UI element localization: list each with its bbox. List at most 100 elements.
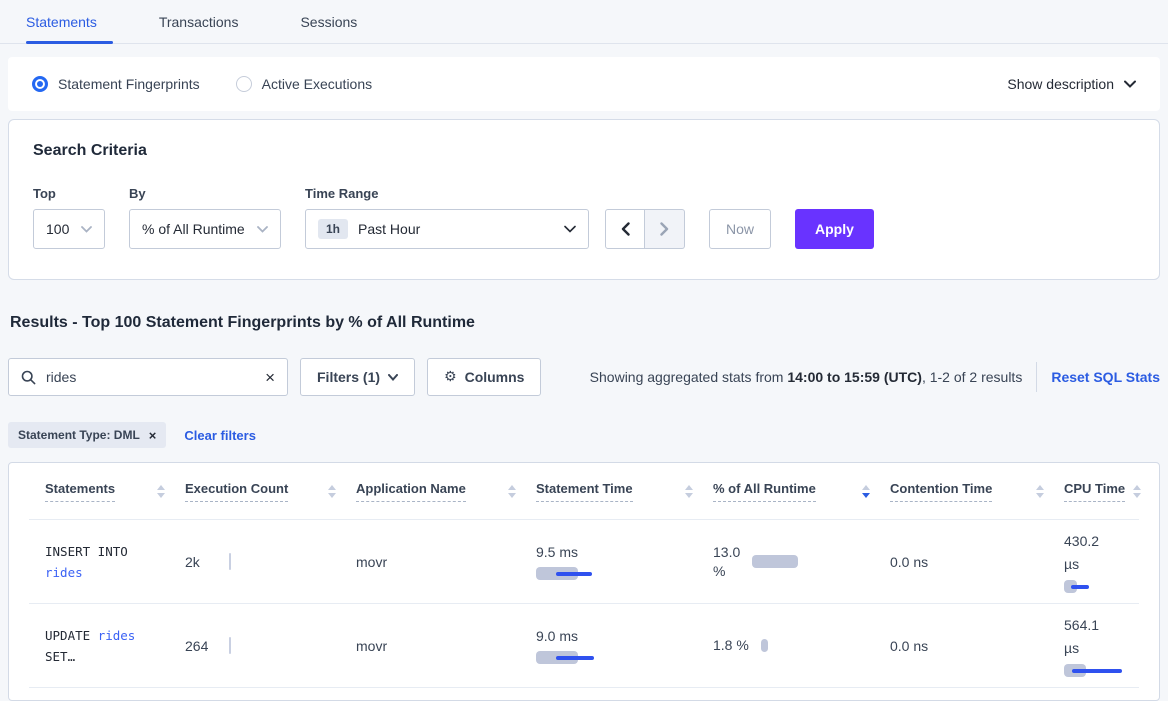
filters-button-label: Filters (1) bbox=[317, 369, 380, 385]
radio-unselected-icon bbox=[236, 76, 252, 92]
radio-active-executions[interactable]: Active Executions bbox=[236, 76, 373, 92]
by-select[interactable]: % of All Runtime bbox=[129, 209, 281, 249]
statement-cell: INSERT INTOrides bbox=[29, 541, 185, 583]
column-header-pct-runtime[interactable]: % of All Runtime bbox=[713, 481, 890, 502]
stats-area: Showing aggregated stats from 14:00 to 1… bbox=[590, 362, 1160, 392]
statement-cell: UPDATE ridesSET… bbox=[29, 625, 185, 667]
column-header-statements[interactable]: Statements bbox=[29, 481, 185, 502]
sort-icon[interactable] bbox=[685, 485, 693, 498]
time-range-group: Time Range 1h Past Hour bbox=[305, 186, 589, 249]
time-range-select[interactable]: 1h Past Hour bbox=[305, 209, 589, 249]
row-divider bbox=[29, 687, 1139, 688]
clear-search-icon[interactable]: × bbox=[265, 369, 275, 386]
remove-filter-icon[interactable]: × bbox=[149, 429, 157, 442]
aggregated-stats-text: Showing aggregated stats from 14:00 to 1… bbox=[590, 369, 1023, 385]
tab-statements[interactable]: Statements bbox=[26, 0, 97, 43]
gear-icon: ⚙ bbox=[444, 369, 457, 385]
runtime-pct-cell: 13.0% bbox=[713, 543, 890, 581]
reset-sql-stats-link[interactable]: Reset SQL Stats bbox=[1051, 369, 1160, 385]
time-range-badge: 1h bbox=[318, 219, 348, 239]
radio-label: Statement Fingerprints bbox=[58, 76, 200, 92]
top-select-value: 100 bbox=[46, 221, 69, 237]
cpu-time-bar bbox=[1064, 664, 1122, 677]
now-button[interactable]: Now bbox=[709, 209, 771, 249]
statement-time-cell: 9.0 ms bbox=[536, 628, 713, 664]
statement-fingerprint-link[interactable]: rides bbox=[45, 565, 83, 580]
top-select[interactable]: 100 bbox=[33, 209, 105, 249]
tab-sessions[interactable]: Sessions bbox=[300, 0, 357, 43]
cpu-time-cell: 430.2 µs bbox=[1064, 530, 1139, 593]
active-filters-row: Statement Type: DML × Clear filters bbox=[8, 422, 1160, 448]
column-header-contention-time[interactable]: Contention Time bbox=[890, 481, 1064, 502]
table-header-row: Statements Execution Count Application N… bbox=[9, 463, 1159, 519]
execution-count-cell: 264 bbox=[185, 637, 356, 654]
next-time-button[interactable] bbox=[645, 209, 685, 249]
execution-count-cell: 2k bbox=[185, 553, 356, 570]
column-header-statement-time[interactable]: Statement Time bbox=[536, 481, 713, 502]
sort-icon[interactable] bbox=[508, 485, 516, 498]
statement-fingerprint-link[interactable]: rides bbox=[98, 628, 136, 643]
radio-selected-icon bbox=[32, 76, 48, 92]
by-label: By bbox=[129, 186, 281, 201]
time-nav-group bbox=[605, 209, 685, 249]
top-label: Top bbox=[33, 186, 105, 201]
filter-pill-label: Statement Type: DML bbox=[18, 428, 140, 442]
radio-label: Active Executions bbox=[262, 76, 373, 92]
clear-filters-link[interactable]: Clear filters bbox=[184, 428, 256, 443]
chevron-down-icon bbox=[81, 226, 92, 233]
chevron-down-icon bbox=[1124, 80, 1136, 88]
sort-icon[interactable] bbox=[328, 485, 336, 498]
time-range-label: Time Range bbox=[305, 186, 589, 201]
cpu-time-cell: 564.1 µs bbox=[1064, 614, 1139, 677]
statement-search-box: × bbox=[8, 358, 288, 396]
cpu-time-bar bbox=[1064, 580, 1089, 593]
by-group: By % of All Runtime bbox=[129, 186, 281, 249]
results-controls-row: × Filters (1) ⚙ Columns Showing aggregat… bbox=[8, 358, 1160, 396]
runtime-pct-cell: 1.8 % bbox=[713, 636, 890, 655]
apply-button[interactable]: Apply bbox=[795, 209, 874, 249]
chevron-down-icon bbox=[388, 374, 398, 381]
table-row[interactable]: INSERT INTOrides 2k movr 9.5 ms 13.0% 0.… bbox=[9, 520, 1159, 603]
count-bar bbox=[229, 637, 231, 654]
filter-pill-statement-type[interactable]: Statement Type: DML × bbox=[8, 422, 166, 448]
search-criteria-card: Search Criteria Top 100 By % of All Runt… bbox=[8, 119, 1160, 280]
table-row[interactable]: UPDATE ridesSET… 264 movr 9.0 ms 1.8 % 0… bbox=[9, 604, 1159, 687]
tab-transactions[interactable]: Transactions bbox=[159, 0, 239, 43]
show-description-toggle[interactable]: Show description bbox=[1007, 76, 1136, 92]
chevron-down-icon bbox=[257, 226, 268, 233]
application-name-cell: movr bbox=[356, 554, 536, 570]
statement-time-bar bbox=[536, 651, 594, 664]
chevron-down-icon bbox=[564, 225, 576, 233]
show-description-label: Show description bbox=[1007, 76, 1114, 92]
statement-time-cell: 9.5 ms bbox=[536, 544, 713, 580]
column-header-execution-count[interactable]: Execution Count bbox=[185, 481, 356, 502]
vertical-divider bbox=[1036, 362, 1037, 392]
column-header-cpu-time[interactable]: CPU Time bbox=[1064, 481, 1161, 502]
previous-time-button[interactable] bbox=[605, 209, 645, 249]
count-bar bbox=[229, 553, 231, 570]
statements-table: Statements Execution Count Application N… bbox=[8, 462, 1160, 701]
contention-time-cell: 0.0 ns bbox=[890, 638, 1064, 654]
top-tab-bar: Statements Transactions Sessions bbox=[0, 0, 1168, 44]
stats-time-range: 14:00 to 15:59 (UTC) bbox=[787, 369, 922, 385]
sort-icon[interactable] bbox=[157, 485, 165, 498]
columns-button-label: Columns bbox=[465, 369, 525, 385]
columns-button[interactable]: ⚙ Columns bbox=[427, 358, 541, 396]
search-criteria-form: Top 100 By % of All Runtime Time Range 1… bbox=[33, 186, 1135, 249]
top-group: Top 100 bbox=[33, 186, 105, 249]
sort-icon[interactable] bbox=[1133, 485, 1141, 498]
search-icon bbox=[21, 370, 36, 385]
sort-icon-active[interactable] bbox=[862, 485, 870, 498]
column-header-application-name[interactable]: Application Name bbox=[356, 481, 536, 502]
by-select-value: % of All Runtime bbox=[142, 221, 245, 237]
search-criteria-title: Search Criteria bbox=[33, 142, 1135, 160]
view-toggle-bar: Statement Fingerprints Active Executions… bbox=[8, 57, 1160, 111]
filters-button[interactable]: Filters (1) bbox=[300, 358, 415, 396]
time-range-value: Past Hour bbox=[358, 221, 420, 237]
results-heading: Results - Top 100 Statement Fingerprints… bbox=[10, 314, 1158, 332]
search-input[interactable] bbox=[46, 369, 255, 385]
runtime-pct-bar bbox=[761, 639, 768, 652]
sort-icon[interactable] bbox=[1036, 485, 1044, 498]
radio-statement-fingerprints[interactable]: Statement Fingerprints bbox=[32, 76, 200, 92]
contention-time-cell: 0.0 ns bbox=[890, 554, 1064, 570]
